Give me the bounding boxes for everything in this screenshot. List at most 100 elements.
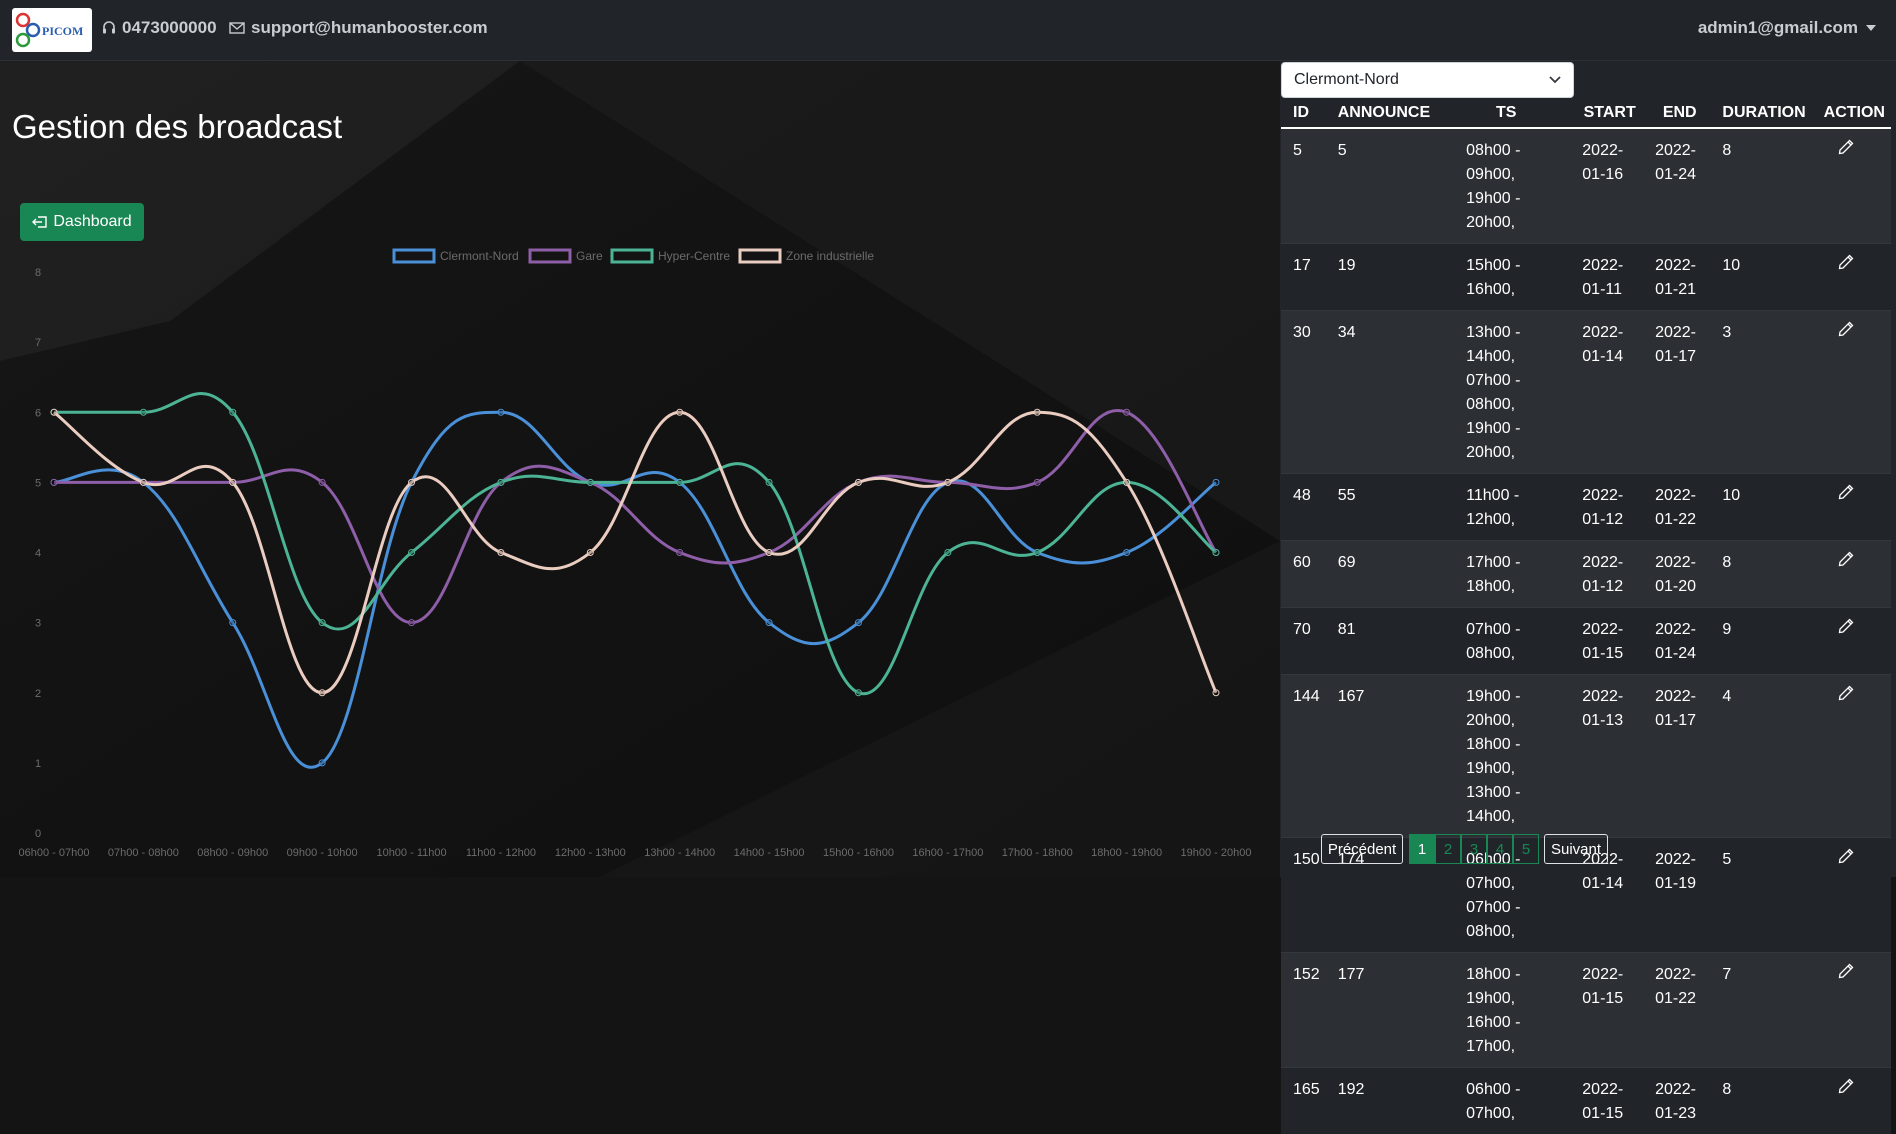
series-point[interactable]: [230, 479, 236, 485]
legend-label: Zone industrielle: [786, 249, 874, 263]
ts-slot: 18h00 - 19h00,: [1466, 963, 1564, 1011]
series-point[interactable]: [766, 479, 772, 485]
series-point[interactable]: [587, 550, 593, 556]
cell-action: [1812, 608, 1891, 675]
y-axis: 012345678: [35, 267, 41, 840]
pencil-icon[interactable]: [1838, 618, 1854, 642]
series-point[interactable]: [51, 409, 57, 415]
pagination-page-2[interactable]: 2: [1435, 834, 1461, 864]
pagination-page-4[interactable]: 4: [1487, 834, 1513, 864]
zone-select[interactable]: Clermont-Nord: [1281, 62, 1574, 98]
pagination-page-3[interactable]: 3: [1461, 834, 1487, 864]
cell-start: 2022-01-15: [1570, 1068, 1643, 1134]
series-point[interactable]: [945, 550, 951, 556]
series-point[interactable]: [319, 479, 325, 485]
pagination-page-1[interactable]: 1: [1409, 834, 1435, 864]
cell-announce: 34: [1326, 311, 1436, 474]
cell-id: 5: [1281, 128, 1326, 244]
chart-legend: Clermont-Nord Gare Hyper-Centre Zone indust…: [394, 249, 874, 263]
series-point[interactable]: [1034, 479, 1040, 485]
chart-series: [51, 394, 1219, 768]
series-point[interactable]: [319, 620, 325, 626]
pencil-icon[interactable]: [1838, 139, 1854, 163]
cell-announce: 5: [1326, 128, 1436, 244]
series-point[interactable]: [855, 479, 861, 485]
cell-ts: 15h00 - 16h00,: [1436, 244, 1570, 311]
ts-slot: 11h00 - 12h00,: [1466, 484, 1564, 532]
start-year: 2022-: [1582, 1078, 1637, 1102]
series-point[interactable]: [587, 479, 593, 485]
start-year: 2022-: [1582, 139, 1637, 163]
pagination-prev-button[interactable]: Précédent: [1321, 834, 1403, 864]
cell-end: 2022-01-17: [1643, 311, 1710, 474]
series-point[interactable]: [498, 479, 504, 485]
series-point[interactable]: [677, 409, 683, 415]
legend-item[interactable]: Gare: [530, 249, 603, 263]
legend-item[interactable]: Hyper-Centre: [612, 249, 730, 263]
series-point[interactable]: [319, 760, 325, 766]
user-menu[interactable]: admin1@gmail.com: [1698, 18, 1876, 38]
pencil-icon[interactable]: [1838, 1078, 1854, 1102]
table-body: 5508h00 - 09h00,19h00 - 20h00,2022-01-16…: [1281, 128, 1891, 1134]
x-tick-label: 18h00 - 19h00: [1091, 847, 1162, 859]
series-point[interactable]: [319, 690, 325, 696]
legend-item[interactable]: Zone industrielle: [740, 249, 874, 263]
phone-number: 0473000000: [122, 18, 217, 38]
cell-announce: 19: [1326, 244, 1436, 311]
series-point[interactable]: [677, 550, 683, 556]
series-point[interactable]: [140, 409, 146, 415]
series-point[interactable]: [230, 620, 236, 626]
end-date: 01-24: [1655, 163, 1704, 187]
zone-select-value: Clermont-Nord: [1294, 71, 1399, 89]
series-point[interactable]: [766, 550, 772, 556]
series-point[interactable]: [1213, 479, 1219, 485]
series-point[interactable]: [1034, 409, 1040, 415]
box-arrow-left-icon: [32, 215, 48, 229]
series-point[interactable]: [498, 409, 504, 415]
series-point[interactable]: [766, 620, 772, 626]
ts-slot: 16h00 - 17h00,: [1466, 1011, 1564, 1059]
pencil-icon[interactable]: [1838, 484, 1854, 508]
series-point[interactable]: [1213, 690, 1219, 696]
pencil-icon[interactable]: [1838, 685, 1854, 709]
series-point[interactable]: [409, 479, 415, 485]
series-point[interactable]: [230, 409, 236, 415]
series-point[interactable]: [855, 690, 861, 696]
pagination-next-button[interactable]: Suivant: [1544, 834, 1608, 864]
series-point[interactable]: [1124, 550, 1130, 556]
series-point[interactable]: [855, 620, 861, 626]
series-point[interactable]: [1213, 550, 1219, 556]
end-year: 2022-: [1655, 848, 1704, 872]
series-point[interactable]: [409, 550, 415, 556]
picom-logo[interactable]: PICOM: [12, 8, 92, 52]
series-point[interactable]: [677, 479, 683, 485]
ts-slot: 13h00 - 14h00,: [1466, 321, 1564, 369]
series-point[interactable]: [945, 479, 951, 485]
series-point[interactable]: [1034, 550, 1040, 556]
dashboard-label: Dashboard: [53, 213, 131, 231]
series-point[interactable]: [51, 479, 57, 485]
start-date: 01-14: [1582, 872, 1637, 896]
pencil-icon[interactable]: [1838, 321, 1854, 345]
series-point[interactable]: [140, 479, 146, 485]
cell-start: 2022-01-14: [1570, 311, 1643, 474]
cell-end: 2022-01-19: [1643, 838, 1710, 953]
legend-item[interactable]: Clermont-Nord: [394, 249, 519, 263]
end-date: 01-21: [1655, 278, 1704, 302]
dashboard-button[interactable]: Dashboard: [20, 203, 144, 241]
series-point[interactable]: [498, 550, 504, 556]
col-action: ACTION: [1812, 99, 1891, 128]
series-point[interactable]: [1124, 409, 1130, 415]
pencil-icon[interactable]: [1838, 848, 1854, 872]
pencil-icon[interactable]: [1838, 551, 1854, 575]
col-start: START: [1570, 99, 1643, 128]
pagination-page-5[interactable]: 5: [1513, 834, 1539, 864]
cell-end: 2022-01-23: [1643, 1068, 1710, 1134]
pencil-icon[interactable]: [1838, 963, 1854, 987]
legend-label: Gare: [576, 249, 603, 263]
user-email: admin1@gmail.com: [1698, 18, 1858, 38]
pencil-icon[interactable]: [1838, 254, 1854, 278]
series-point[interactable]: [409, 620, 415, 626]
cell-end: 2022-01-17: [1643, 675, 1710, 838]
series-point[interactable]: [1124, 479, 1130, 485]
